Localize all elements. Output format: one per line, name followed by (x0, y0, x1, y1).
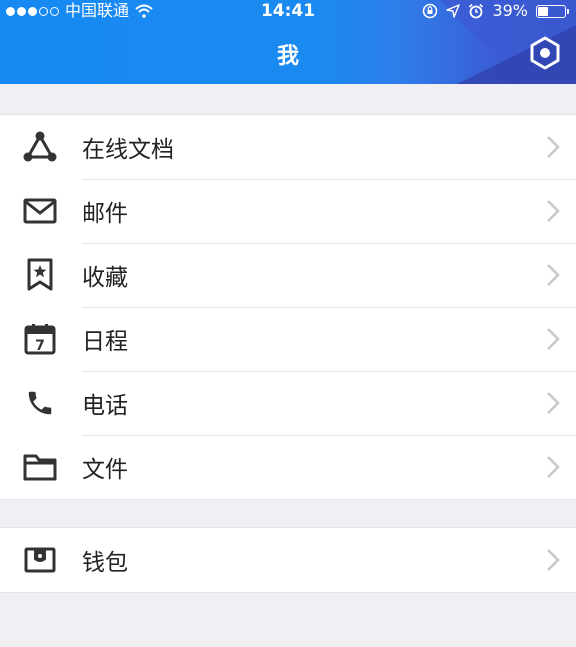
battery-icon (536, 4, 569, 18)
alarm-icon (469, 3, 484, 19)
menu-item-wallet[interactable]: 钱包 (0, 528, 576, 592)
triangle-nodes-icon (22, 129, 58, 165)
status-right: 39% (422, 0, 569, 22)
menu-group-main: 在线文档 邮件 收藏 7 日程 电话 文件 (0, 114, 576, 500)
chevron-right-icon (547, 136, 560, 158)
chevron-right-icon (547, 264, 560, 286)
chevron-right-icon (547, 549, 560, 571)
envelope-icon (22, 193, 58, 229)
bookmark-star-icon (22, 257, 58, 293)
folder-icon (22, 449, 58, 485)
menu-item-files[interactable]: 文件 (0, 435, 576, 499)
status-bar: 中国联通 14:41 39% (0, 0, 576, 22)
battery-percent: 39% (492, 1, 528, 20)
chevron-right-icon (547, 392, 560, 414)
calendar-day: 7 (35, 338, 45, 354)
chevron-right-icon (547, 328, 560, 350)
menu-item-label: 文件 (82, 457, 128, 483)
menu-item-label: 电话 (82, 393, 128, 419)
page-title: 我 (276, 44, 299, 69)
hexagon-settings-icon[interactable] (528, 36, 562, 70)
battery-level (538, 6, 548, 16)
menu-item-favorites[interactable]: 收藏 (0, 243, 576, 307)
menu-item-label: 日程 (82, 329, 128, 355)
menu-item-label: 钱包 (82, 550, 128, 576)
menu-group-wallet: 钱包 (0, 527, 576, 593)
menu-item-online-docs[interactable]: 在线文档 (0, 115, 576, 179)
location-icon (446, 4, 461, 18)
menu-item-label: 在线文档 (82, 137, 174, 163)
menu-item-mail[interactable]: 邮件 (0, 179, 576, 243)
menu-item-phone[interactable]: 电话 (0, 371, 576, 435)
chevron-right-icon (547, 456, 560, 478)
menu-item-label: 邮件 (82, 201, 128, 227)
calendar-icon: 7 (22, 321, 58, 357)
chevron-right-icon (547, 200, 560, 222)
header-bar: 中国联通 14:41 39% 我 (0, 0, 576, 84)
wallet-icon (22, 542, 58, 578)
menu-item-schedule[interactable]: 7 日程 (0, 307, 576, 371)
menu-item-label: 收藏 (82, 265, 128, 291)
rotation-lock-icon (423, 3, 438, 19)
phone-icon (22, 385, 58, 421)
